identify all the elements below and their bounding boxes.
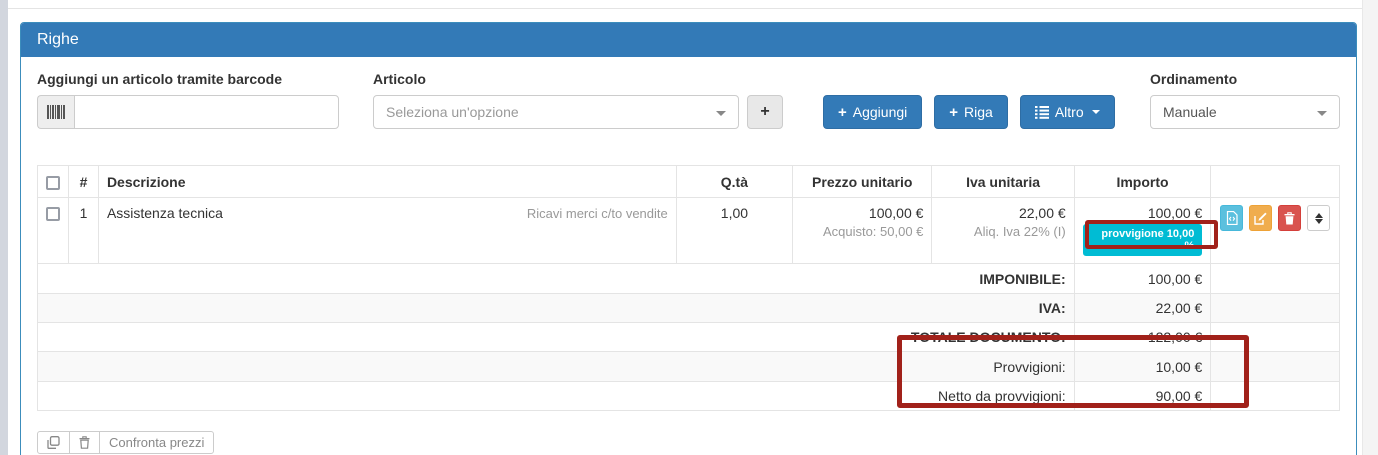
row-vat-note: Aliq. Iva 22% (I) [940,224,1065,239]
top-divider [8,8,1362,9]
barcode-input[interactable] [74,95,339,129]
altro-dropdown-button[interactable]: Altro [1020,95,1115,129]
row-description-cell: Assistenza tecnica Ricavi merci c/to ven… [98,198,676,264]
file-code-icon[interactable] [1220,205,1243,231]
commission-badge: provvigione 10,00 % [1083,224,1203,256]
ordinamento-select[interactable]: Manuale [1150,95,1340,129]
righe-table: # Descrizione Q.tà Prezzo unitario Iva u… [37,165,1340,411]
select-all-checkbox[interactable] [46,176,60,190]
articolo-select-placeholder: Seleziona un'opzione [386,104,519,120]
sidebar-edge-strip [0,0,8,455]
select-all-cell [38,166,69,198]
barcode-group: Aggiungi un articolo tramite barcode [37,71,339,129]
total-value: 90,00 € [1074,382,1211,411]
barcode-label: Aggiungi un articolo tramite barcode [37,71,339,87]
row-account: Ricavi merci c/to vendite [527,206,668,221]
plus-icon: + [949,104,958,121]
table-header-row: # Descrizione Q.tà Prezzo unitario Iva u… [38,166,1340,198]
total-label: IMPONIBILE: [38,264,1075,294]
caret-down-icon [1317,111,1327,116]
row-actions-cell [1211,198,1340,264]
panel-header: Righe [21,23,1356,57]
footer-button-group: Confronta prezzi [37,431,1340,454]
col-number: # [69,166,99,198]
row-amount-cell: 100,00 € provvigione 10,00 % [1074,198,1211,264]
col-actions [1211,166,1340,198]
edit-icon[interactable] [1249,205,1272,231]
righe-panel: Righe Aggiungi un articolo tramite barco… [20,22,1357,455]
articolo-group: Articolo Seleziona un'opzione + [373,71,783,129]
table-row: 1 Assistenza tecnica Ricavi merci c/to v… [38,198,1340,264]
col-qty: Q.tà [676,166,792,198]
panel-body: Aggiungi un articolo tramite barcode [21,57,1356,455]
total-label: Netto da provvigioni: [38,382,1075,411]
col-description: Descrizione [98,166,676,198]
riga-button[interactable]: + Riga [934,95,1008,129]
trash-icon[interactable] [1278,205,1301,231]
list-icon [1035,106,1049,119]
row-unit-price-cell: 100,00 € Acquisto: 50,00 € [793,198,932,264]
total-row-imponibile: IMPONIBILE: 100,00 € [38,264,1340,294]
row-unit-price: 100,00 € [801,205,923,221]
row-purchase-note: Acquisto: 50,00 € [801,224,923,239]
total-value: 122,00 € [1074,323,1211,352]
ordinamento-select-value: Manuale [1163,104,1217,120]
total-label: TOTALE DOCUMENTO: [38,323,1075,352]
plus-icon: + [838,104,847,121]
plus-icon: + [760,103,769,121]
articolo-label: Articolo [373,71,783,87]
barcode-icon [37,95,74,129]
row-description: Assistenza tecnica [107,205,223,221]
row-unit-vat: 22,00 € [940,205,1065,221]
row-action-buttons: + Aggiungi + Riga [823,95,1115,129]
total-value: 100,00 € [1074,264,1211,294]
clone-icon [47,436,60,449]
trash-icon [79,436,90,449]
total-row-netto-provvigioni: Netto da provvigioni: 90,00 € [38,382,1340,411]
caret-down-icon [1092,110,1100,114]
total-label: IVA: [38,294,1075,323]
total-label: Provvigioni: [38,352,1075,382]
panel-title: Righe [37,31,79,49]
row-unit-vat-cell: 22,00 € Aliq. Iva 22% (I) [932,198,1074,264]
add-article-form: Aggiungi un articolo tramite barcode [37,71,1340,129]
row-checkbox[interactable] [46,207,60,221]
compare-prices-button[interactable]: Confronta prezzi [99,431,214,454]
total-value: 10,00 € [1074,352,1211,382]
row-number: 1 [69,198,99,264]
delete-rows-button[interactable] [69,431,100,454]
total-row-totale-documento: TOTALE DOCUMENTO: 122,00 € [38,323,1340,352]
row-amount: 100,00 € [1083,205,1203,221]
total-row-provvigioni: Provvigioni: 10,00 € [38,352,1340,382]
page: Righe Aggiungi un articolo tramite barco… [0,0,1378,455]
ordinamento-group: Ordinamento Manuale [1150,71,1340,129]
total-row-iva: IVA: 22,00 € [38,294,1340,323]
row-select-cell [38,198,69,264]
col-unit-price: Prezzo unitario [793,166,932,198]
aggiungi-button[interactable]: + Aggiungi [823,95,922,129]
sort-icon[interactable] [1307,205,1330,231]
caret-down-icon [716,111,726,116]
col-amount: Importo [1074,166,1211,198]
total-value: 22,00 € [1074,294,1211,323]
scrollbar-track[interactable] [1362,0,1378,455]
row-qty: 1,00 [676,198,792,264]
add-article-button[interactable]: + [747,95,783,129]
ordinamento-label: Ordinamento [1150,71,1340,87]
articolo-select[interactable]: Seleziona un'opzione [373,95,739,129]
duplicate-rows-button[interactable] [37,431,70,454]
col-unit-vat: Iva unitaria [932,166,1074,198]
